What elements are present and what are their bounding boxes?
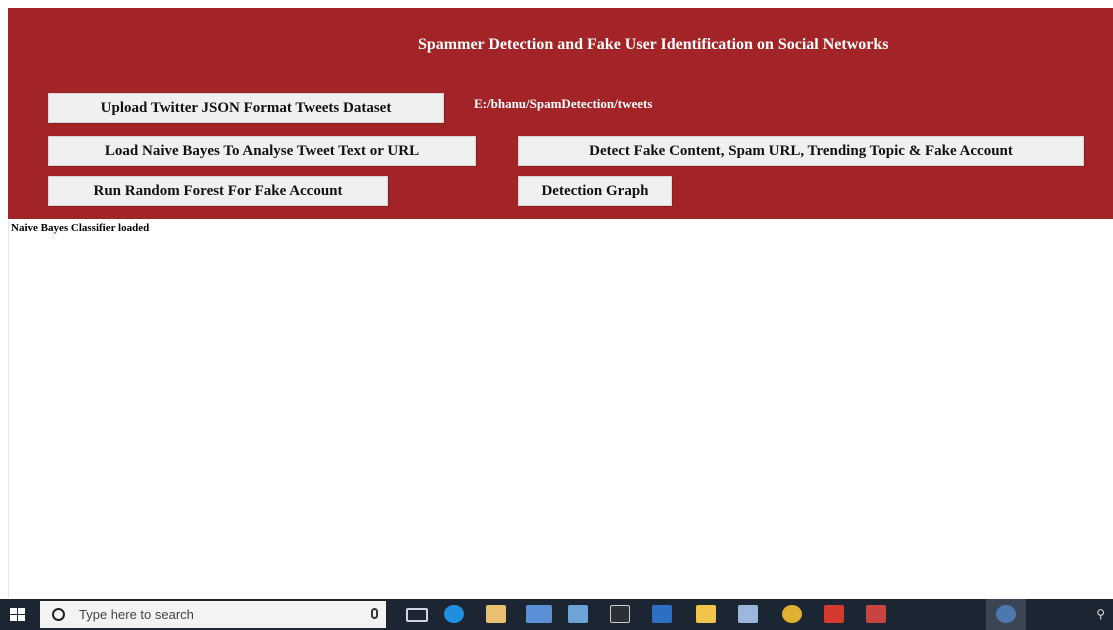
dataset-path-label: E:/bhanu/SpamDetection/tweets bbox=[474, 96, 653, 111]
document-icon[interactable] bbox=[738, 605, 758, 623]
taskbar: Type here to search ⚲ bbox=[0, 599, 1113, 630]
load-naive-bayes-button[interactable]: Load Naive Bayes To Analyse Tweet Text o… bbox=[48, 136, 476, 166]
detect-fake-content-button[interactable]: Detect Fake Content, Spam URL, Trending … bbox=[518, 136, 1084, 166]
acrobat-icon[interactable] bbox=[824, 605, 844, 623]
terminal-icon[interactable] bbox=[610, 605, 630, 623]
detection-graph-button[interactable]: Detection Graph bbox=[518, 176, 672, 206]
notification-icon[interactable]: ⚲ bbox=[1096, 607, 1105, 621]
file-explorer-icon[interactable] bbox=[696, 605, 716, 623]
app-icon[interactable] bbox=[568, 605, 588, 623]
word-icon[interactable] bbox=[652, 605, 672, 623]
mail-icon[interactable] bbox=[526, 605, 552, 623]
upload-dataset-button[interactable]: Upload Twitter JSON Format Tweets Datase… bbox=[48, 93, 444, 123]
python-icon[interactable] bbox=[996, 605, 1016, 623]
search-placeholder: Type here to search bbox=[79, 607, 194, 622]
task-view-icon[interactable] bbox=[406, 608, 428, 622]
app-title: Spammer Detection and Fake User Identifi… bbox=[418, 36, 889, 53]
windows-start-icon[interactable] bbox=[10, 608, 26, 622]
run-random-forest-button[interactable]: Run Random Forest For Fake Account bbox=[48, 176, 388, 206]
output-text-area[interactable]: Naive Bayes Classifier loaded bbox=[8, 219, 1113, 598]
cortana-icon bbox=[52, 608, 65, 621]
app-red-icon[interactable] bbox=[866, 605, 886, 623]
output-message: Naive Bayes Classifier loaded bbox=[11, 222, 150, 234]
microphone-icon[interactable] bbox=[371, 608, 378, 619]
taskbar-search-input[interactable]: Type here to search bbox=[40, 601, 386, 628]
edge-icon[interactable] bbox=[444, 605, 464, 623]
chrome-icon[interactable] bbox=[782, 605, 802, 623]
store-icon[interactable] bbox=[486, 605, 506, 623]
